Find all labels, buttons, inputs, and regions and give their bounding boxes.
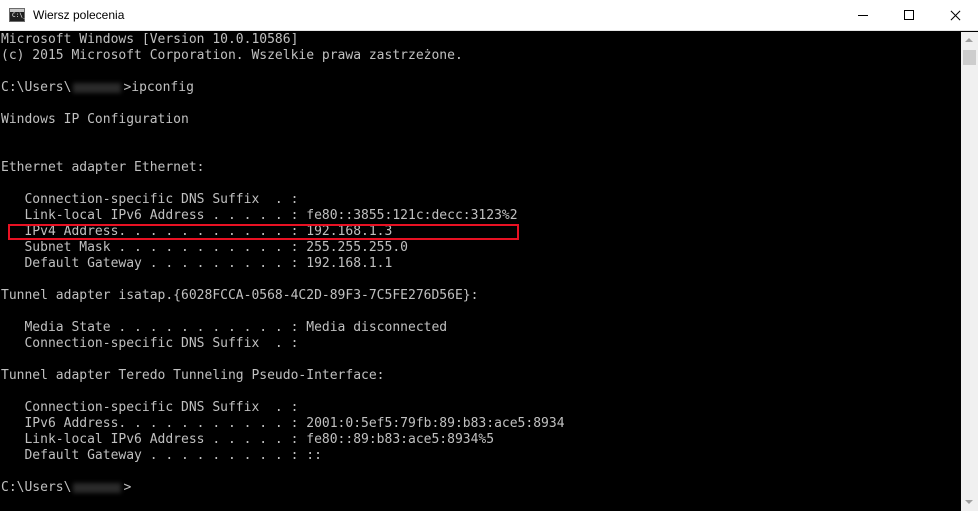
- command-text: ipconfig: [131, 80, 194, 95]
- console-line: Link-local IPv6 Address . . . . . : fe80…: [1, 432, 495, 447]
- console-output[interactable]: Microsoft Windows [Version 10.0.10586] (…: [1, 32, 959, 511]
- highlight-box-ipv4: [8, 224, 519, 240]
- maximize-button[interactable]: [886, 0, 932, 30]
- maximize-icon: [904, 10, 914, 20]
- console-line: Default Gateway . . . . . . . . . : ::: [1, 448, 322, 463]
- console-line: Subnet Mask . . . . . . . . . . . : 255.…: [1, 240, 408, 255]
- current-prompt-line: C:\Users\ >: [1, 480, 131, 496]
- close-icon: [949, 9, 961, 21]
- console-line: (c) 2015 Microsoft Corporation. Wszelkie…: [1, 48, 463, 63]
- console-line: IPv6 Address. . . . . . . . . . . : 2001…: [1, 416, 565, 431]
- cmd-icon-text: C:\_: [12, 12, 27, 19]
- console-line: Connection-specific DNS Suffix . :: [1, 336, 299, 351]
- minimize-icon: [858, 14, 868, 16]
- console-line: Default Gateway . . . . . . . . . : 192.…: [1, 256, 393, 271]
- cmd-icon[interactable]: C:\_: [9, 8, 27, 22]
- vertical-scrollbar[interactable]: [961, 32, 978, 511]
- console-line: Link-local IPv6 Address . . . . . : fe80…: [1, 208, 518, 223]
- window-title: Wiersz polecenia: [33, 8, 125, 22]
- scroll-up-icon[interactable]: [965, 38, 973, 42]
- console-line: Media State . . . . . . . . . . . : Medi…: [1, 320, 448, 335]
- redacted-username: [73, 82, 122, 93]
- console-line: Ethernet adapter Ethernet:: [1, 160, 205, 175]
- console-line: Windows IP Configuration: [1, 112, 189, 127]
- prompt-prefix: C:\Users\: [1, 480, 72, 495]
- redacted-username: [73, 482, 122, 493]
- scroll-down-icon[interactable]: [965, 500, 973, 504]
- close-button[interactable]: [932, 0, 978, 30]
- console-line: Connection-specific DNS Suffix . :: [1, 400, 299, 415]
- console-line: Microsoft Windows [Version 10.0.10586]: [1, 32, 299, 47]
- command-line: C:\Users\ >ipconfig: [1, 80, 194, 96]
- console-line: Tunnel adapter isatap.{6028FCCA-0568-4C2…: [1, 288, 479, 303]
- prompt-gt: >: [123, 480, 132, 495]
- console-line: Connection-specific DNS Suffix . :: [1, 192, 299, 207]
- console-line: Tunnel adapter Teredo Tunneling Pseudo-I…: [1, 368, 385, 383]
- minimize-button[interactable]: [840, 0, 886, 30]
- prompt-prefix: C:\Users\: [1, 80, 72, 95]
- title-bar[interactable]: C:\_ Wiersz polecenia: [0, 0, 978, 31]
- command-prompt-window: C:\_ Wiersz polecenia Microsoft Windows …: [0, 0, 978, 511]
- scroll-thumb[interactable]: [963, 50, 976, 65]
